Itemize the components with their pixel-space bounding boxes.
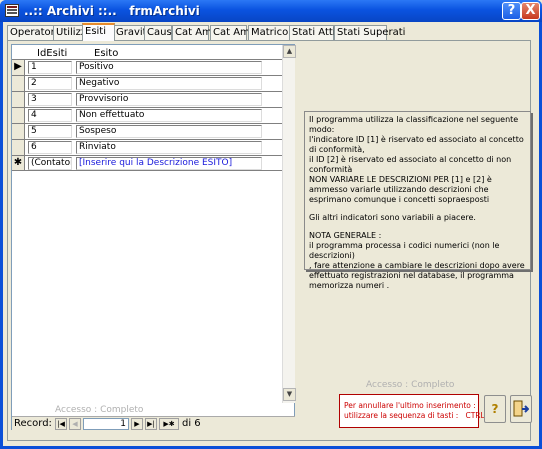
- column-header-esito: Esito: [94, 48, 119, 59]
- scroll-down-icon[interactable]: ▼: [283, 388, 296, 401]
- last-record-icon[interactable]: ▶|: [145, 418, 157, 430]
- help-button[interactable]: ?: [502, 2, 521, 20]
- undo-instructions: Per annullare l'ultimo inserimento : uti…: [339, 394, 497, 428]
- idesiti-field[interactable]: (Contatore): [28, 157, 72, 170]
- record-selector[interactable]: [12, 92, 25, 107]
- form-icon: [5, 4, 19, 17]
- tab-operatore[interactable]: Operatore: [7, 25, 61, 40]
- vertical-scrollbar[interactable]: ▲ ▼: [282, 45, 296, 403]
- window-title: ..:: Archivi ::.. frmArchivi: [24, 4, 200, 18]
- record-selector[interactable]: [12, 108, 25, 123]
- tab-esiti[interactable]: Esiti: [82, 23, 115, 41]
- table-row[interactable]: 4 Non effettuato: [12, 107, 282, 123]
- exit-button[interactable]: [510, 395, 532, 423]
- form-access-status: Accesso : Completo: [366, 380, 455, 390]
- client-area: Operatore Utilizzo Esiti Gravità Cause C…: [3, 22, 539, 446]
- tab-stati-superati[interactable]: Stati Superati: [334, 25, 405, 40]
- record-count: di 6: [182, 418, 201, 429]
- info-paragraph: Gli altri indicatori sono variabili a pi…: [309, 213, 476, 222]
- subform-access-status: Accesso : Completo: [55, 405, 144, 415]
- esito-field[interactable]: Sospeso: [76, 125, 262, 138]
- new-record-row[interactable]: ✱ (Contatore) [Inserire qui la Descrizio…: [12, 155, 282, 171]
- table-row[interactable]: 5 Sospeso: [12, 123, 282, 139]
- help-question-button[interactable]: ?: [484, 395, 506, 423]
- idesiti-field[interactable]: 1: [28, 61, 72, 74]
- info-paragraph: NOTA GENERALE : il programma processa i …: [309, 231, 525, 290]
- idesiti-field[interactable]: 5: [28, 125, 72, 138]
- tab-stati-attivi[interactable]: Stati Attivi: [289, 25, 344, 40]
- tab-gravita[interactable]: Gravità: [113, 25, 153, 40]
- first-record-icon[interactable]: |◀: [55, 418, 67, 430]
- table-row[interactable]: 6 Rinviato: [12, 139, 282, 155]
- record-navigator: Record: |◀ ◀ 1 ▶ ▶| ▶✱ di 6: [12, 416, 295, 430]
- previous-record-icon[interactable]: ◀: [69, 418, 81, 430]
- esiti-datasheet: IdEsiti Esito ▶ 1 Positivo 2 Negativo 3 …: [11, 44, 296, 430]
- exit-door-icon: [513, 400, 530, 417]
- app-window: ..:: Archivi ::.. frmArchivi ? X Operato…: [0, 0, 542, 449]
- tab-page-esiti: IdEsiti Esito ▶ 1 Positivo 2 Negativo 3 …: [7, 40, 532, 441]
- record-selector[interactable]: [12, 124, 25, 139]
- new-record-icon[interactable]: ▶✱: [159, 418, 179, 430]
- esito-field[interactable]: Negativo: [76, 77, 262, 90]
- idesiti-field[interactable]: 3: [28, 93, 72, 106]
- esito-field[interactable]: Rinviato: [76, 141, 262, 154]
- esito-field[interactable]: [Inserire qui la Descrizione ESITO]: [76, 157, 262, 170]
- next-record-icon[interactable]: ▶: [131, 418, 143, 430]
- title-bar[interactable]: ..:: Archivi ::.. frmArchivi ? X: [0, 0, 542, 22]
- esito-field[interactable]: Positivo: [76, 61, 262, 74]
- tab-cat-am-1[interactable]: Cat Am 1: [172, 25, 221, 40]
- tab-matricole[interactable]: Matricole: [248, 25, 297, 40]
- tab-cause[interactable]: Cause: [144, 25, 178, 40]
- record-selector[interactable]: ▶: [12, 60, 25, 75]
- close-button[interactable]: X: [521, 2, 540, 20]
- table-row[interactable]: ▶ 1 Positivo: [12, 59, 282, 75]
- question-icon: ?: [491, 402, 499, 416]
- info-panel: Il programma utilizza la classificazione…: [304, 111, 531, 290]
- info-paragraph: Il programma utilizza la classificazione…: [309, 115, 524, 204]
- esito-field[interactable]: Non effettuato: [76, 109, 262, 122]
- idesiti-field[interactable]: 6: [28, 141, 72, 154]
- table-row[interactable]: 2 Negativo: [12, 75, 282, 91]
- table-row[interactable]: 3 Provvisorio: [12, 91, 282, 107]
- scroll-up-icon[interactable]: ▲: [283, 45, 296, 58]
- esito-field[interactable]: Provvisorio: [76, 93, 262, 106]
- new-record-selector[interactable]: ✱: [12, 156, 25, 170]
- current-record-input[interactable]: 1: [83, 418, 129, 430]
- record-label: Record:: [14, 418, 52, 429]
- column-header-idesiti: IdEsiti: [37, 48, 68, 59]
- idesiti-field[interactable]: 4: [28, 109, 72, 122]
- record-selector[interactable]: [12, 140, 25, 155]
- record-selector[interactable]: [12, 76, 25, 91]
- tab-cat-am-2[interactable]: Cat Am 2: [210, 25, 259, 40]
- idesiti-field[interactable]: 2: [28, 77, 72, 90]
